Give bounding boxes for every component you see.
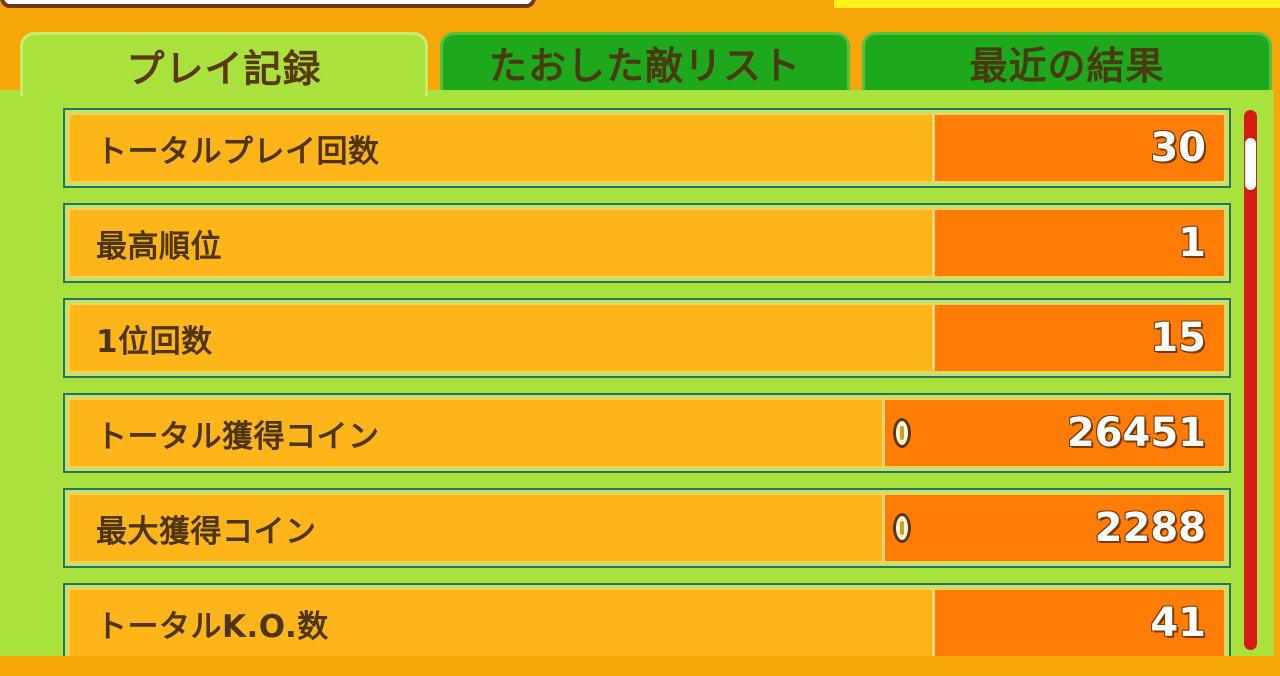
top-frame-fragment <box>0 0 536 8</box>
record-value: 41 <box>932 590 1224 656</box>
record-value: 1 <box>932 210 1224 276</box>
records-panel[interactable]: トータルプレイ回数 30 最高順位 1 1位回数 15 トータル獲得コイン 26… <box>0 90 1280 663</box>
scrollbar-thumb[interactable] <box>1245 138 1256 190</box>
tab-label: プレイ記録 <box>126 47 322 91</box>
record-label: トータルK.O.数 <box>96 608 329 645</box>
record-label: 最高順位 <box>96 228 222 265</box>
record-row-total-plays: トータルプレイ回数 30 <box>63 108 1231 188</box>
record-row-first-place-count: 1位回数 15 <box>63 298 1231 378</box>
record-label: トータルプレイ回数 <box>96 133 380 170</box>
record-value: 15 <box>932 305 1224 371</box>
record-row-total-ko: トータルK.O.数 41 <box>63 583 1231 663</box>
record-value: 26451 <box>882 400 1224 466</box>
record-value: 30 <box>932 115 1224 181</box>
record-value: 2288 <box>882 495 1224 561</box>
record-label: 最大獲得コイン <box>96 513 317 550</box>
top-yellow-bar <box>834 0 1280 8</box>
scrollbar[interactable] <box>1244 110 1257 650</box>
bottom-border <box>0 656 1280 676</box>
record-row-best-rank: 最高順位 1 <box>63 203 1231 283</box>
record-row-max-coins: 最大獲得コイン 2288 <box>63 488 1231 568</box>
records-list: トータルプレイ回数 30 最高順位 1 1位回数 15 トータル獲得コイン 26… <box>63 108 1233 676</box>
coin-icon <box>893 418 911 448</box>
tab-recent-results[interactable]: 最近の結果 <box>862 32 1272 90</box>
tab-label: 最近の結果 <box>969 44 1165 88</box>
record-label: トータル獲得コイン <box>96 418 380 455</box>
play-record-screen: プレイ記録 たおした敵リスト 最近の結果 トータルプレイ回数 30 最高順位 1 <box>0 0 1280 676</box>
tab-defeated-enemies[interactable]: たおした敵リスト <box>440 32 850 90</box>
coin-icon <box>893 513 911 543</box>
tab-play-record[interactable]: プレイ記録 <box>20 32 428 96</box>
record-label: 1位回数 <box>96 323 213 360</box>
record-row-total-coins: トータル獲得コイン 26451 <box>63 393 1231 473</box>
tab-label: たおした敵リスト <box>488 44 801 88</box>
